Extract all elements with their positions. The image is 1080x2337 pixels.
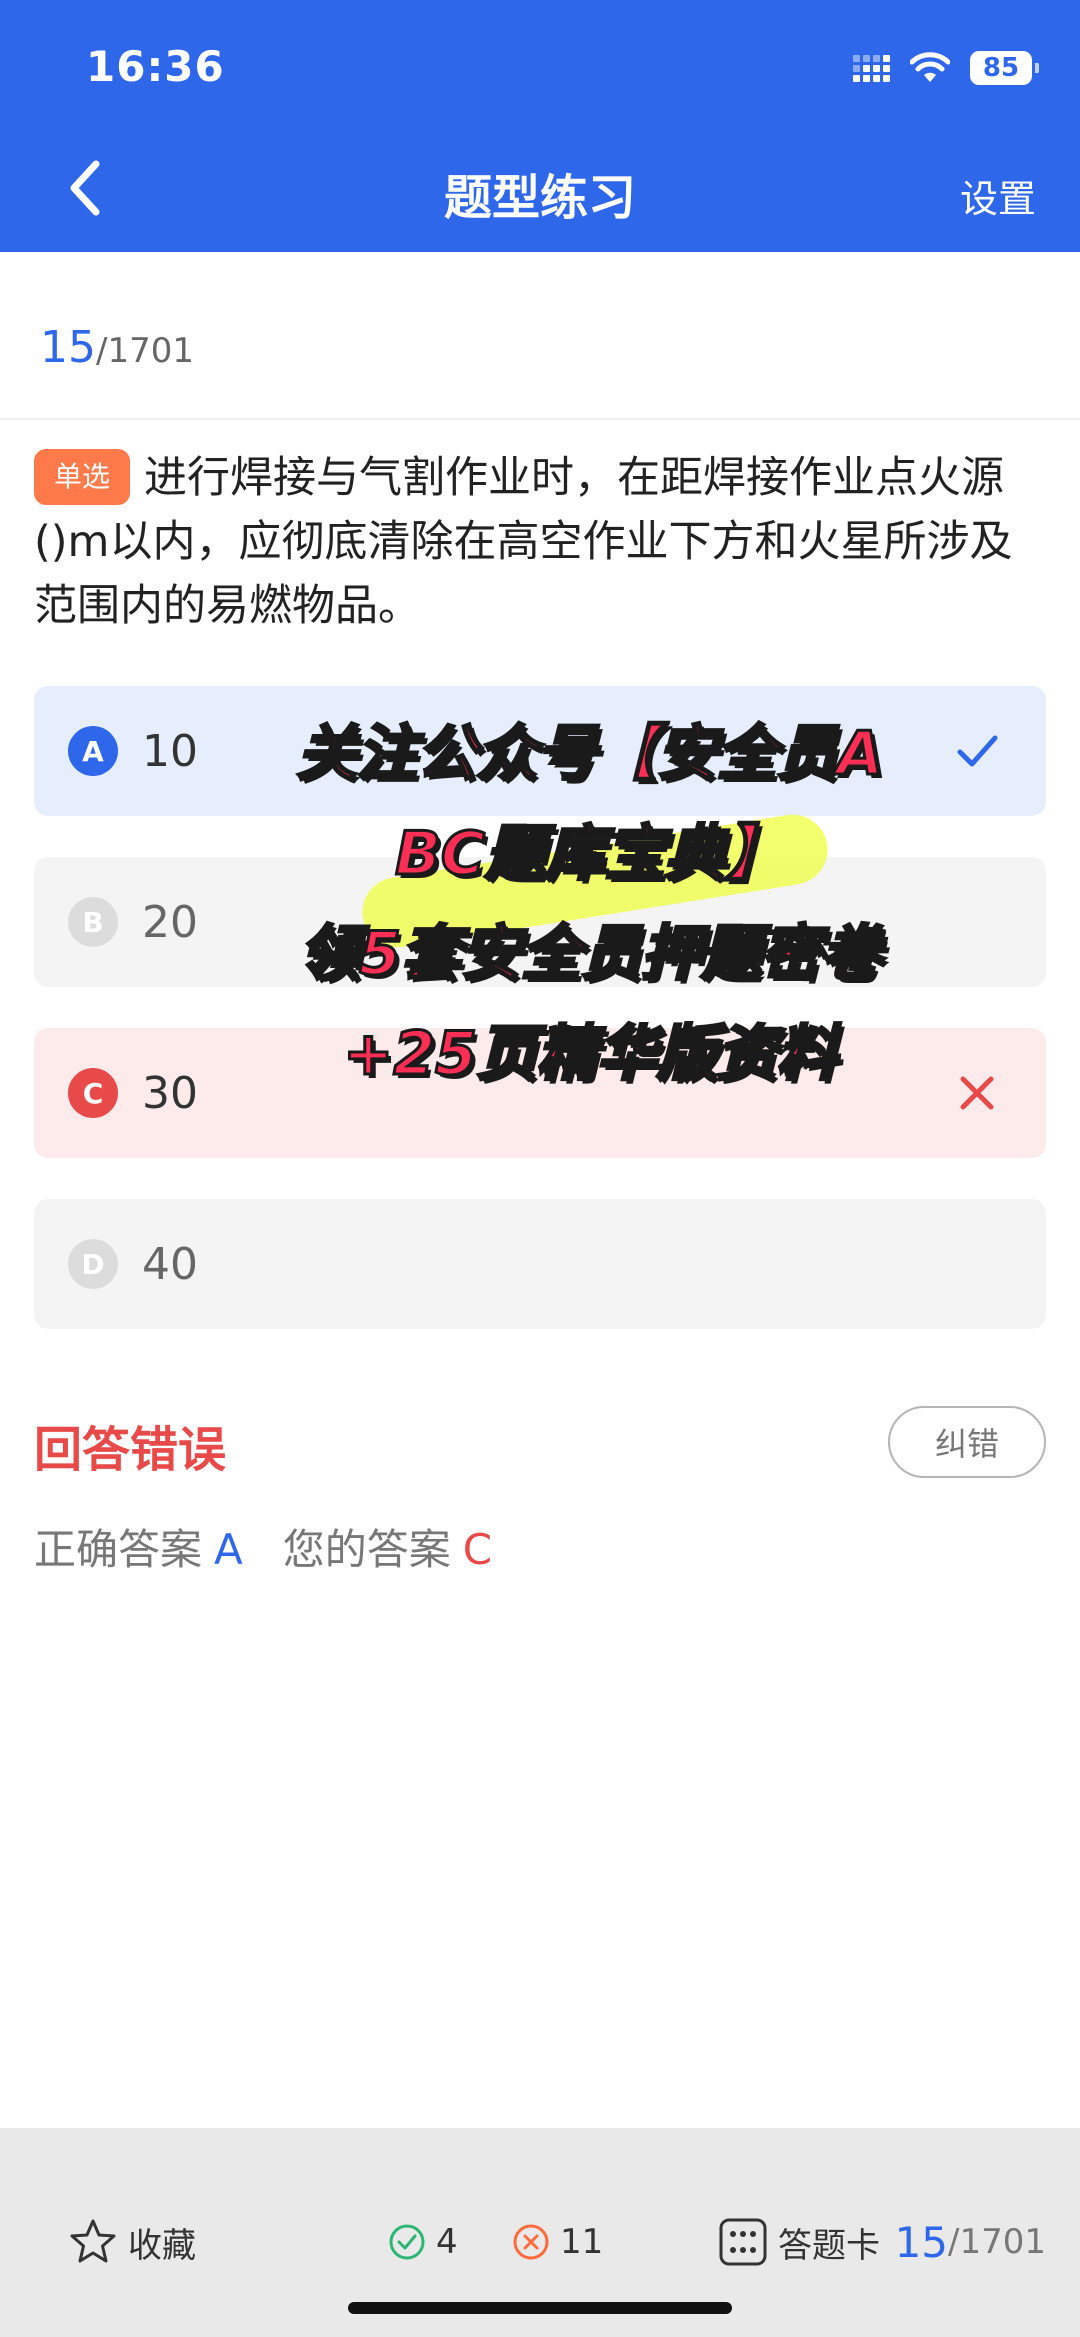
favorite-label: 收藏 [128,2225,196,2266]
cellular-signal-icon [853,54,890,82]
option-d[interactable]: D 40 [34,1199,1046,1329]
favorite-button[interactable]: 收藏 [68,2212,196,2272]
answer-card-button[interactable]: 答题卡 [718,2212,880,2272]
bottom-progress-current: 15 [894,2217,949,2267]
grid-icon [719,2218,767,2266]
report-error-button[interactable]: 纠错 [888,1406,1046,1478]
progress-current: 15 [40,322,96,373]
your-answer-label: 您的答案 [282,1525,451,1574]
check-icon [957,735,998,767]
answer-card-label: 答题卡 [778,2225,880,2266]
wrong-count: 11 [512,2212,603,2272]
option-c[interactable]: C 30 [34,1028,1046,1158]
divider [0,418,1080,420]
wrong-count-value: 11 [560,2222,604,2262]
home-indicator [348,2302,732,2314]
star-icon [70,2219,116,2263]
result-title: 回答错误 [34,1422,227,1478]
wifi-icon [910,52,950,82]
correct-count: 4 [388,2212,458,2272]
option-text: 30 [142,1067,198,1119]
answer-summary: 正确答案 A 您的答案 C [34,1516,492,1577]
option-letter: B [68,897,118,947]
battery-icon: 85 [970,51,1039,85]
option-text: 20 [142,896,198,948]
question-stem: 单选 进行焊接与气割作业时，在距焊接作业点火源()m以内，应彻底清除在高空作业下方… [34,446,1044,638]
question-type-badge: 单选 [34,449,131,505]
status-icons: 85 [853,48,1039,88]
correct-count-value: 4 [436,2222,458,2262]
header-bar: 16:36 85 题型练习 设置 [0,0,1080,252]
close-icon [960,1076,994,1110]
question-progress: 15/1701 [40,322,194,373]
check-circle-icon [389,2224,425,2260]
option-text: 10 [142,725,198,777]
option-letter: C [68,1068,118,1118]
status-time: 16:36 [86,42,225,91]
bottom-progress-total: /1701 [948,2222,1046,2262]
x-circle-icon [513,2224,549,2260]
progress-total: /1701 [96,331,194,371]
page-title: 题型练习 [443,170,636,226]
your-answer-value: C [462,1525,493,1574]
option-letter: A [68,726,118,776]
correct-answer-label: 正确答案 [34,1525,203,1574]
option-a[interactable]: A 10 [34,686,1046,816]
correct-answer-value: A [214,1525,243,1574]
option-letter: D [68,1239,118,1289]
question-text: 进行焊接与气割作业时，在距焊接作业点火源()m以内，应彻底清除在高空作业下方和火… [34,453,1013,631]
bottom-progress: 15/1701 [895,2212,1046,2272]
settings-button[interactable]: 设置 [960,168,1036,223]
option-text: 40 [142,1238,198,1290]
